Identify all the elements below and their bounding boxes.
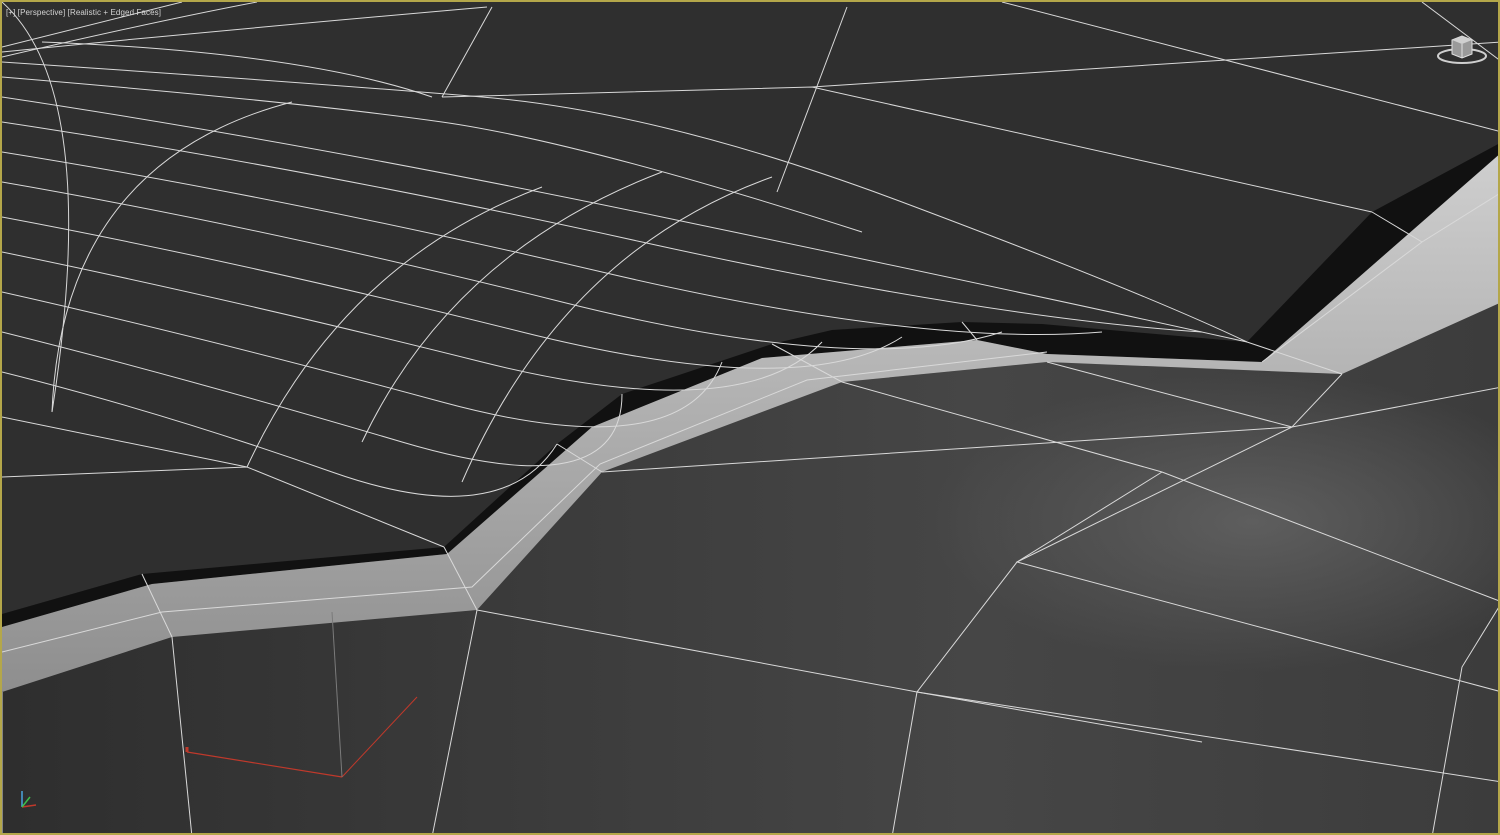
perspective-viewport[interactable]: [+] [Perspective] [Realistic + Edged Fac… bbox=[0, 0, 1500, 835]
mesh-scene[interactable] bbox=[2, 2, 1500, 835]
shading-mode-button[interactable]: [Realistic + Edged Faces] bbox=[68, 8, 161, 17]
view-type-button[interactable]: [Perspective] bbox=[18, 8, 66, 17]
viewcube-icon[interactable] bbox=[1434, 30, 1490, 70]
axis-tripod-icon bbox=[21, 791, 37, 808]
viewport-menu-button[interactable]: [+] bbox=[6, 8, 15, 17]
viewport-label: [+] [Perspective] [Realistic + Edged Fac… bbox=[6, 8, 161, 17]
